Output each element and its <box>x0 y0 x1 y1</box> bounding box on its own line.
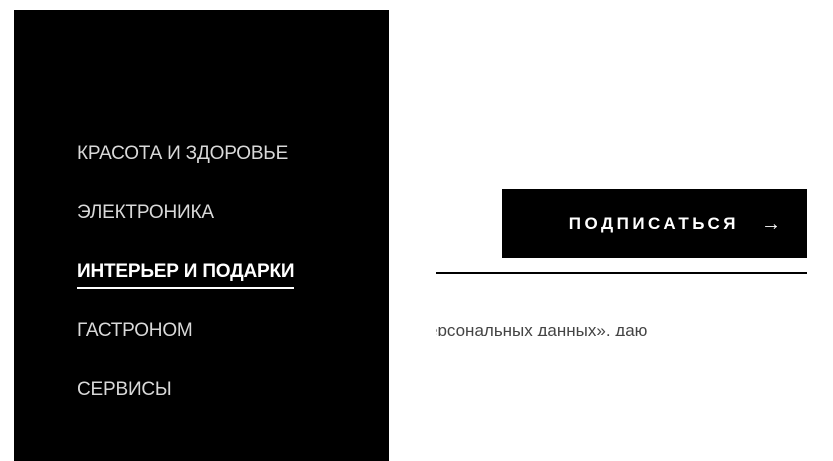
subscribe-button-label: ПОДПИСАТЬСЯ <box>568 213 739 233</box>
menu-item-label: ИНТЕРЬЕР И ПОДАРКИ <box>77 261 295 289</box>
menu-item-beauty-health[interactable]: КРАСОТА И ЗДОРОВЬЕ <box>77 143 294 172</box>
menu-item-label: ГАСТРОНОМ <box>77 320 193 341</box>
consent-text-container: ерсональных данных», даю <box>436 320 807 336</box>
menu-item-label: СЕРВИСЫ <box>77 379 172 400</box>
menu-item-services[interactable]: СЕРВИСЫ <box>77 379 294 408</box>
menu-item-label: КРАСОТА И ЗДОРОВЬЕ <box>77 143 289 164</box>
menu-item-label: ЭЛЕКТРОНИКА <box>77 202 214 223</box>
email-input-underline[interactable] <box>436 272 807 274</box>
menu-item-gastronom[interactable]: ГАСТРОНОМ <box>77 320 294 349</box>
category-dropdown-menu: КРАСОТА И ЗДОРОВЬЕ ЭЛЕКТРОНИКА ИНТЕРЬЕР … <box>14 10 389 461</box>
category-menu-list: КРАСОТА И ЗДОРОВЬЕ ЭЛЕКТРОНИКА ИНТЕРЬЕР … <box>77 143 295 438</box>
subscribe-button[interactable]: ПОДПИСАТЬСЯ → <box>502 189 807 258</box>
consent-text: ерсональных данных», даю <box>436 321 648 336</box>
arrow-right-icon: → <box>761 212 781 235</box>
menu-item-electronics[interactable]: ЭЛЕКТРОНИКА <box>77 202 294 231</box>
menu-item-interior-gifts[interactable]: ИНТЕРЬЕР И ПОДАРКИ <box>77 261 295 290</box>
page: КРАСОТА И ЗДОРОВЬЕ ЭЛЕКТРОНИКА ИНТЕРЬЕР … <box>0 0 833 461</box>
